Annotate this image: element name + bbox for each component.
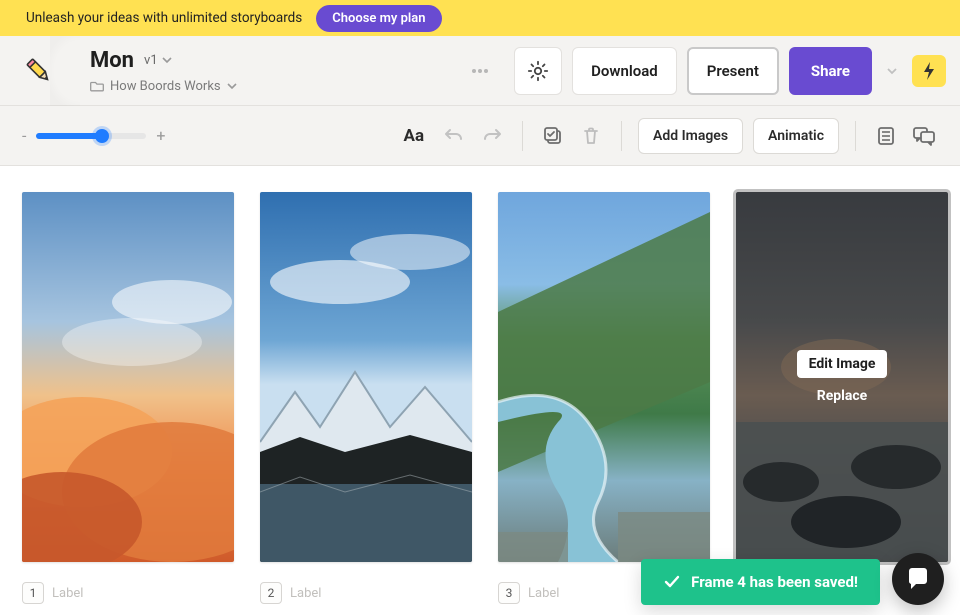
text-tool-button[interactable]: Aa [398,126,431,146]
folder-link[interactable]: How Boords Works [90,79,237,94]
undo-button[interactable] [440,122,468,150]
document-lines-icon [875,125,897,147]
check-icon [663,573,681,591]
promo-bar: Unleash your ideas with unlimited storyb… [0,0,960,36]
frame-label-row: 2 Label [260,582,472,604]
multi-select-button[interactable] [539,122,567,150]
divider [522,121,523,151]
project-title: Mon [90,48,134,73]
promo-text: Unleash your ideas with unlimited storyb… [26,10,302,26]
frame-label-row: 1 Label [22,582,234,604]
mountain-scene-icon [260,192,472,562]
share-button[interactable]: Share [789,47,872,95]
present-button[interactable]: Present [687,47,779,95]
frame-label[interactable]: Label [290,586,321,601]
chat-launcher[interactable] [892,553,944,605]
zoom-out[interactable]: - [22,126,26,145]
folder-icon [90,79,104,93]
frame-thumbnail[interactable] [22,192,234,562]
cloud-scene-icon [22,192,234,562]
divider [855,121,856,151]
river-scene-icon [498,192,710,562]
zoom-control: - + [22,126,166,145]
chat-threads-icon [912,125,936,147]
header: Mon v1 How Boords Works Download Present… [0,36,960,106]
add-images-button[interactable]: Add Images [638,118,743,154]
zoom-slider[interactable] [36,133,146,139]
gear-icon [526,59,550,83]
frame-thumbnail[interactable]: Edit Image Replace [736,192,948,562]
redo-button[interactable] [478,122,506,150]
frame-thumbnail[interactable] [260,192,472,562]
frame-number: 1 [22,582,44,604]
toolbar: - + Aa Add Images Animatic [0,106,960,166]
redo-icon [482,126,502,146]
frame-number: 2 [260,582,282,604]
settings-button[interactable] [514,47,562,95]
title-block: Mon v1 How Boords Works [78,48,237,94]
header-actions: Download Present Share [456,47,960,95]
stack-check-icon [542,125,564,147]
frame-overlay: Edit Image Replace [736,192,948,562]
download-button[interactable]: Download [572,47,677,95]
frame: 2 Label [260,192,472,604]
chevron-down-icon [227,81,237,91]
dots-icon [469,60,491,82]
more-button[interactable] [456,47,504,95]
version-dropdown[interactable]: v1 [144,53,172,68]
edit-image-button[interactable]: Edit Image [797,350,888,378]
chat-icon [905,566,931,592]
notes-view-button[interactable] [872,122,900,150]
frame-label[interactable]: Label [528,586,559,601]
version-label: v1 [144,53,158,68]
upgrade-button[interactable] [912,55,946,87]
pencil-icon [22,54,56,88]
frame: 3 Label [498,192,710,604]
chevron-down-icon [886,65,898,77]
zoom-in[interactable]: + [156,126,165,145]
canvas: 1 Label 2 Label [0,166,960,604]
frame-label[interactable]: Label [52,586,83,601]
chevron-down-icon [162,55,172,65]
share-dropdown[interactable] [882,65,902,77]
toast-text: Frame 4 has been saved! [691,573,858,591]
undo-icon [444,126,464,146]
choose-plan-button[interactable]: Choose my plan [316,5,441,32]
divider [621,121,622,151]
zoom-slider-thumb[interactable] [95,129,109,143]
folder-name: How Boords Works [110,79,221,94]
app-logo[interactable] [0,36,78,106]
bolt-icon [922,62,936,80]
comments-button[interactable] [910,122,938,150]
trash-icon [581,126,601,146]
frame: Edit Image Replace 4 Label [736,192,948,604]
replace-button[interactable]: Replace [817,388,867,404]
zoom-slider-fill [36,133,102,139]
save-toast: Frame 4 has been saved! [641,559,880,605]
frame: 1 Label [22,192,234,604]
delete-button[interactable] [577,122,605,150]
frame-number: 3 [498,582,520,604]
frame-thumbnail[interactable] [498,192,710,562]
animatic-button[interactable]: Animatic [753,118,839,154]
